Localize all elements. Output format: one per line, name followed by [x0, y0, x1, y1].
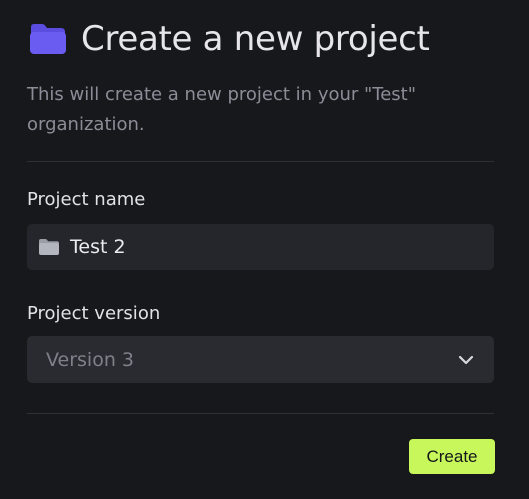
project-name-input[interactable]: Test 2	[27, 224, 494, 270]
folder-icon	[38, 238, 60, 256]
divider	[27, 413, 494, 414]
dialog-header: Create a new project	[28, 18, 430, 60]
create-button[interactable]: Create	[409, 439, 495, 474]
chevron-down-icon	[458, 355, 474, 365]
project-version-select[interactable]: Version 3	[27, 336, 494, 383]
folder-icon	[28, 22, 68, 56]
project-name-label: Project name	[27, 189, 146, 210]
project-version-label: Project version	[27, 303, 161, 324]
create-project-dialog: Create a new project This will create a …	[0, 0, 529, 499]
dialog-subtitle: This will create a new project in your "…	[27, 84, 417, 135]
page-title: Create a new project	[81, 19, 430, 59]
divider	[27, 161, 494, 162]
project-name-value: Test 2	[70, 236, 126, 258]
project-version-value: Version 3	[46, 348, 134, 371]
